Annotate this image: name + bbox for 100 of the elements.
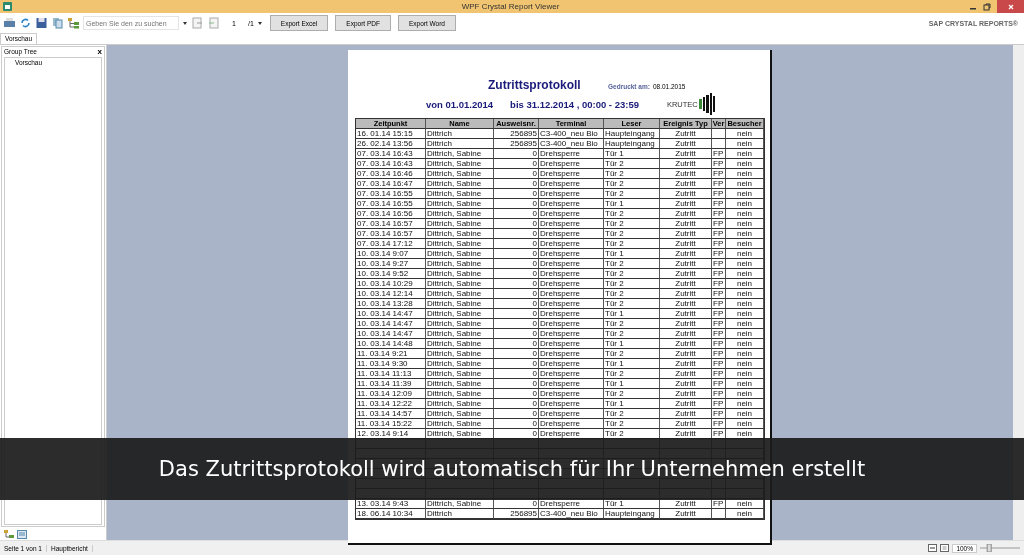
table-cell: nein [726, 329, 764, 339]
table-cell: 07. 03.14 16:47 [356, 179, 426, 189]
restore-icon[interactable] [983, 2, 991, 11]
table-cell: Dittrich, Sabine [426, 389, 494, 399]
table-cell: 07. 03.14 16:55 [356, 199, 426, 209]
table-cell: Tür 2 [604, 169, 660, 179]
table-cell: Dittrich, Sabine [426, 419, 494, 429]
table-cell: FP [712, 219, 726, 229]
table-cell: Dittrich, Sabine [426, 299, 494, 309]
table-cell: Dittrich, Sabine [426, 159, 494, 169]
printer-icon[interactable] [3, 17, 16, 29]
table-cell: Drehsperre [539, 309, 604, 319]
table-cell: 0 [494, 189, 539, 199]
table-cell: Tür 2 [604, 159, 660, 169]
table-cell: Drehsperre [539, 199, 604, 209]
table-cell: 11. 03.14 14:57 [356, 409, 426, 419]
empty-cell [712, 139, 726, 149]
table-cell: Tür 2 [604, 349, 660, 359]
table-cell: 0 [494, 289, 539, 299]
date-range-start: von 01.01.2014 [426, 98, 494, 110]
zoom-slider[interactable] [980, 544, 1020, 552]
fit-width-icon[interactable] [928, 544, 938, 552]
empty-cell [712, 509, 726, 519]
close-button[interactable] [997, 0, 1024, 13]
table-cell: Tür 1 [604, 249, 660, 259]
table-cell: 10. 03.14 14:47 [356, 309, 426, 319]
table-cell: Drehsperre [539, 189, 604, 199]
table-cell: Zutritt [660, 279, 712, 289]
table-cell: FP [712, 189, 726, 199]
table-cell: 10. 03.14 9:07 [356, 249, 426, 259]
table-cell: nein [726, 279, 764, 289]
table-cell: 07. 03.14 16:46 [356, 169, 426, 179]
table-cell: Tür 2 [604, 269, 660, 279]
table-cell: 10. 03.14 9:52 [356, 269, 426, 279]
table-cell: Tür 1 [604, 339, 660, 349]
table-cell: 0 [494, 339, 539, 349]
refresh-icon[interactable] [19, 17, 32, 29]
table-cell: nein [726, 369, 764, 379]
table-cell: Dittrich [426, 139, 494, 149]
table-cell: nein [726, 229, 764, 239]
table-cell: FP [712, 169, 726, 179]
table-cell: 0 [494, 239, 539, 249]
table-cell: FP [712, 309, 726, 319]
table-cell: Tür 2 [604, 369, 660, 379]
table-cell: Tür 2 [604, 329, 660, 339]
fit-page-icon[interactable] [940, 544, 950, 552]
caption-text: Das Zutrittsprotokoll wird automatisch für Ihr Unternehmen erstellt [158, 457, 866, 481]
table-cell: Drehsperre [539, 379, 604, 389]
table-cell: FP [712, 279, 726, 289]
table-cell: FP [712, 379, 726, 389]
table-cell: FP [712, 339, 726, 349]
save-icon[interactable] [35, 17, 48, 29]
table-cell: Tür 1 [604, 359, 660, 369]
table-cell: Zutritt [660, 149, 712, 159]
app-icon [3, 2, 12, 11]
table-cell: FP [712, 299, 726, 309]
table-cell: 0 [494, 229, 539, 239]
table-cell: Tür 2 [604, 289, 660, 299]
report-title: Zutrittsprotokoll [488, 78, 582, 92]
table-cell: FP [712, 289, 726, 299]
table-cell: 10. 03.14 10:29 [356, 279, 426, 289]
table-cell: FP [712, 229, 726, 239]
slider-thumb[interactable] [986, 544, 992, 552]
table-cell: Drehsperre [539, 239, 604, 249]
copy-icon[interactable] [51, 17, 64, 29]
table-cell: FP [712, 199, 726, 209]
table-cell: nein [726, 339, 764, 349]
table-cell: FP [712, 409, 726, 419]
table-cell: nein [726, 309, 764, 319]
table-cell: Zutritt [660, 189, 712, 199]
table-cell: nein [726, 399, 764, 409]
table-cell: 0 [494, 389, 539, 399]
table-cell: nein [726, 219, 764, 229]
table-cell: Drehsperre [539, 389, 604, 399]
tree-icon[interactable] [67, 17, 80, 29]
table-cell: Zutritt [660, 389, 712, 399]
table-cell: Drehsperre [539, 359, 604, 369]
close-panel-button[interactable]: x [97, 48, 102, 56]
table-cell: FP [712, 389, 726, 399]
table-cell: Tür 2 [604, 419, 660, 429]
table-cell: Dittrich, Sabine [426, 239, 494, 249]
table-cell: nein [726, 259, 764, 269]
table-cell: Dittrich, Sabine [426, 229, 494, 239]
parameters-icon[interactable] [17, 529, 27, 539]
table-cell: Tür 2 [604, 389, 660, 399]
table-cell: Dittrich, Sabine [426, 289, 494, 299]
table-cell: 10. 03.14 14:47 [356, 329, 426, 339]
table-cell: 10. 03.14 14:47 [356, 319, 426, 329]
table-cell: 0 [494, 299, 539, 309]
table-cell: Tür 2 [604, 189, 660, 199]
table-cell: Drehsperre [539, 339, 604, 349]
tree-icon[interactable] [4, 529, 14, 539]
table-cell: Drehsperre [539, 179, 604, 189]
table-cell: 11. 03.14 12:22 [356, 399, 426, 409]
table-cell: Tür 2 [604, 239, 660, 249]
table-cell: 07. 03.14 16:57 [356, 229, 426, 239]
table-cell: Drehsperre [539, 259, 604, 269]
table-cell: Drehsperre [539, 419, 604, 429]
table-cell: 07. 03.14 17:12 [356, 239, 426, 249]
table-cell: 11. 03.14 11:13 [356, 369, 426, 379]
